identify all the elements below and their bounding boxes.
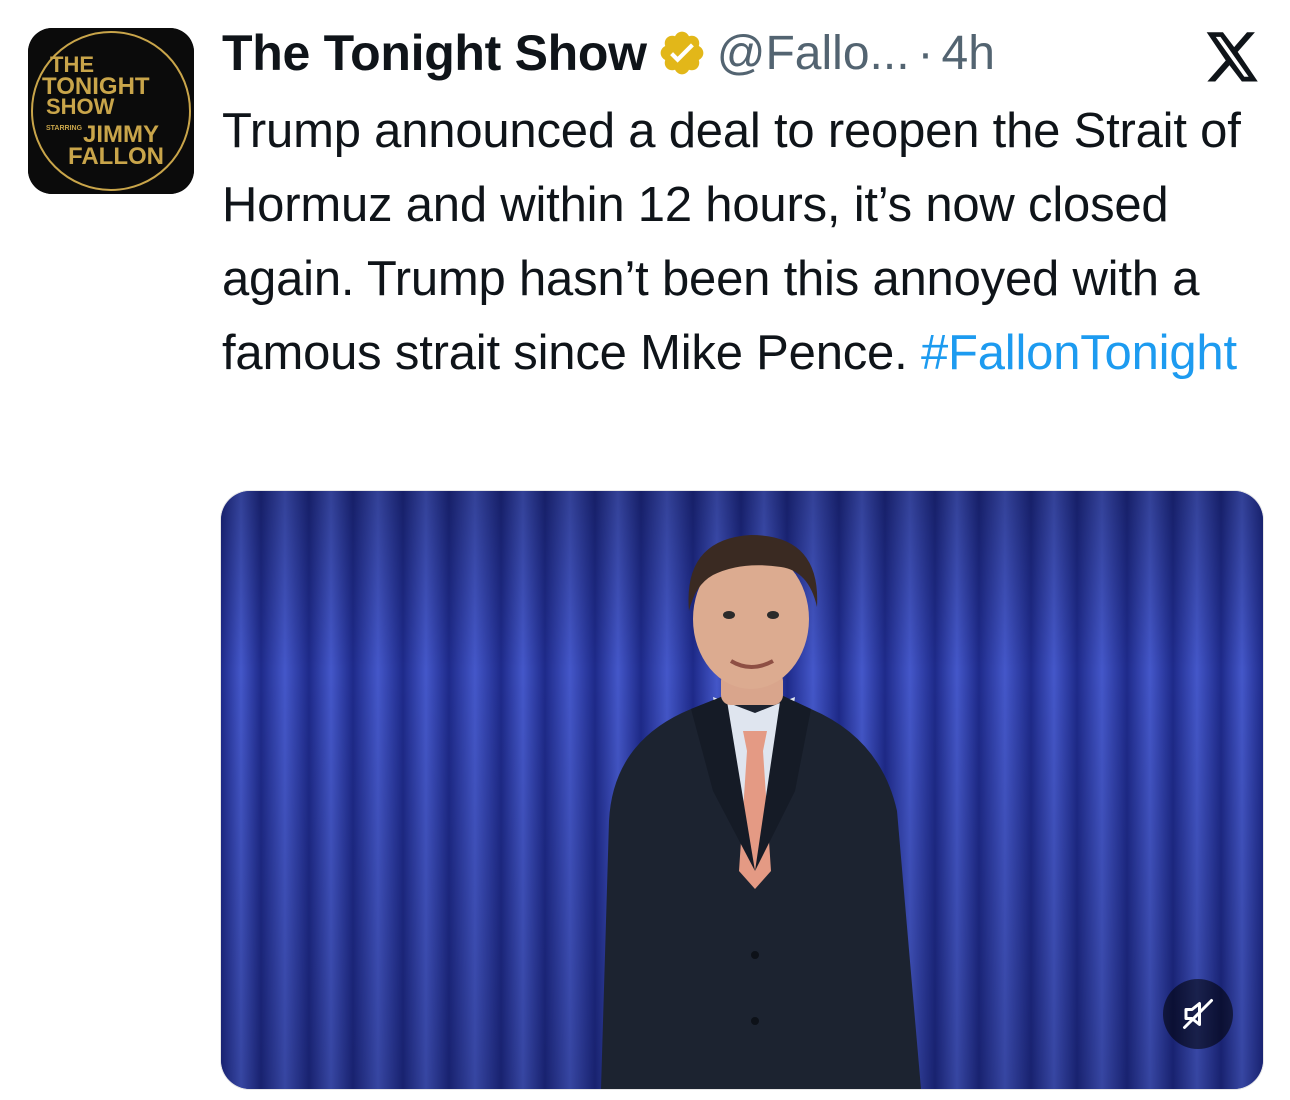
speaker-muted-icon — [1183, 999, 1213, 1029]
video-frame — [221, 491, 1263, 1089]
post-text: Trump announced a deal to reopen the Str… — [222, 94, 1272, 390]
hashtag-link[interactable]: #FallonTonight — [921, 326, 1237, 380]
mute-toggle-button[interactable] — [1163, 979, 1233, 1049]
separator-dot: · — [917, 26, 934, 80]
post-timestamp[interactable]: 4h — [942, 26, 995, 81]
post-header: The Tonight Show @Fallo... · 4h — [222, 22, 1162, 84]
tonight-show-logo: THE TONIGHT SHOW STARRING JIMMY FALLON — [28, 28, 194, 194]
author-handle[interactable]: @Fallo... — [717, 26, 910, 81]
svg-text:SHOW: SHOW — [46, 94, 115, 119]
video-player[interactable] — [220, 490, 1264, 1090]
svg-text:STARRING: STARRING — [46, 125, 83, 132]
svg-text:FALLON: FALLON — [68, 143, 164, 170]
x-logo-icon — [1206, 32, 1260, 82]
verified-badge-icon[interactable] — [657, 28, 707, 78]
avatar[interactable]: THE TONIGHT SHOW STARRING JIMMY FALLON — [28, 28, 194, 194]
author-name[interactable]: The Tonight Show — [222, 24, 647, 82]
